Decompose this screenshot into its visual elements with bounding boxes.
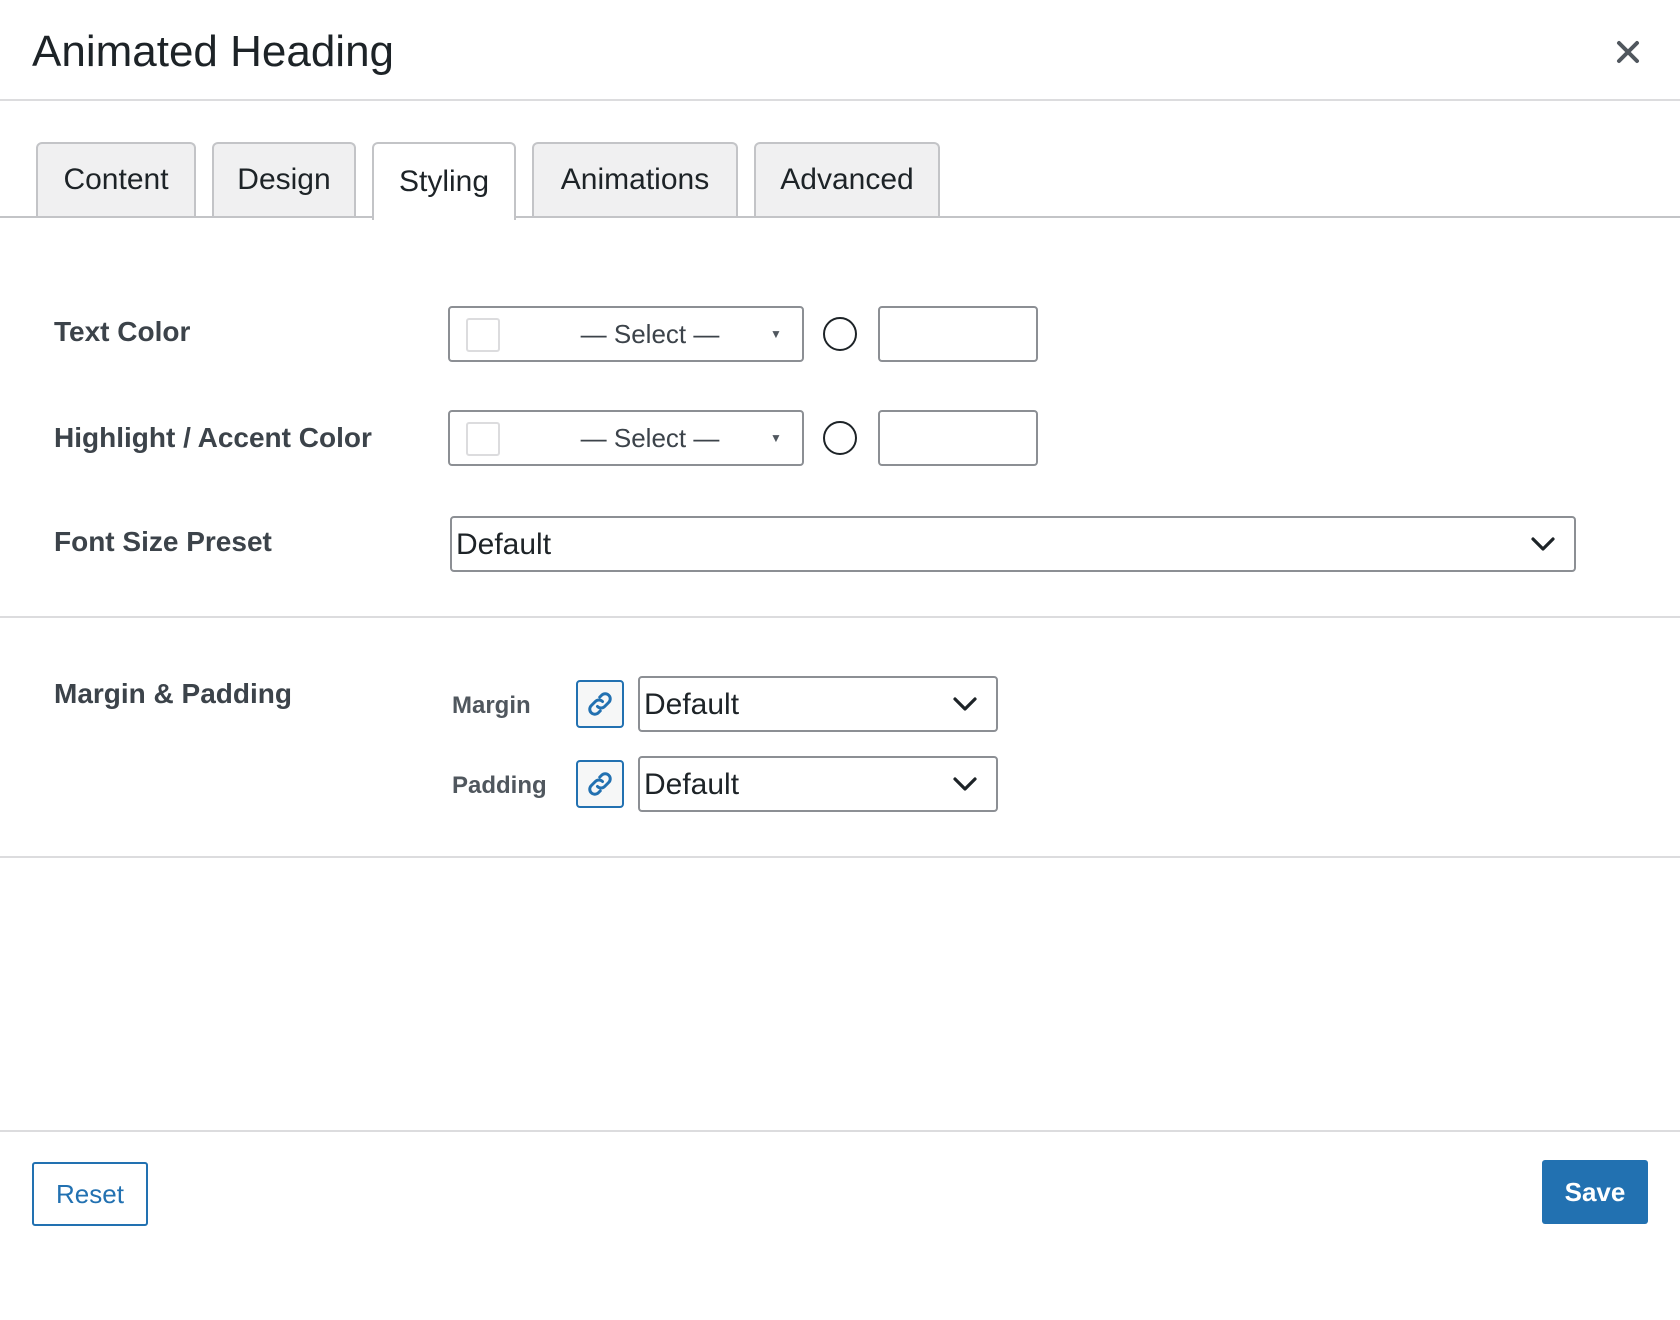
accent-color-select[interactable]: — Select — ▼	[448, 410, 804, 466]
tab-bar: Content Design Styling Animations Advanc…	[0, 140, 1680, 220]
margin-label: Margin	[452, 692, 531, 719]
accent-color-swatch	[466, 422, 500, 456]
section-divider	[0, 616, 1680, 618]
tab-advanced[interactable]: Advanced	[754, 142, 940, 216]
link-icon	[588, 772, 612, 796]
padding-select[interactable]: Default	[638, 756, 998, 812]
tab-design[interactable]: Design	[212, 142, 356, 216]
accent-color-label: Highlight / Accent Color	[54, 422, 372, 453]
reset-button[interactable]: Reset	[32, 1162, 148, 1226]
tab-styling[interactable]: Styling	[372, 142, 516, 220]
padding-link-button[interactable]	[576, 760, 624, 808]
accent-color-select-label: — Select —	[580, 423, 720, 453]
accent-color-hex-input[interactable]	[878, 410, 1038, 466]
caret-down-icon: ▼	[770, 327, 782, 341]
chevron-down-icon	[953, 697, 977, 711]
link-icon	[588, 692, 612, 716]
font-size-select[interactable]: Default	[450, 516, 1576, 572]
spacing-label: Margin & Padding	[54, 678, 292, 709]
accent-color-radio[interactable]	[823, 421, 857, 455]
chevron-down-icon	[953, 777, 977, 791]
text-color-radio[interactable]	[823, 317, 857, 351]
margin-value: Default	[644, 688, 740, 721]
padding-label: Padding	[452, 772, 547, 799]
margin-select[interactable]: Default	[638, 676, 998, 732]
dialog-header: Animated Heading	[0, 0, 1680, 101]
font-size-label: Font Size Preset	[54, 526, 272, 557]
close-button[interactable]	[1606, 30, 1650, 74]
close-icon	[1617, 41, 1639, 63]
chevron-down-icon	[1531, 537, 1555, 551]
dialog-title: Animated Heading	[32, 27, 395, 76]
text-color-swatch	[466, 318, 500, 352]
section-divider	[0, 856, 1680, 858]
text-color-select[interactable]: — Select — ▼	[448, 306, 804, 362]
tab-animations[interactable]: Animations	[532, 142, 738, 216]
margin-link-button[interactable]	[576, 680, 624, 728]
text-color-label: Text Color	[54, 316, 191, 347]
tab-content[interactable]: Content	[36, 142, 196, 216]
font-size-value: Default	[456, 528, 552, 561]
caret-down-icon: ▼	[770, 431, 782, 445]
text-color-select-label: — Select —	[580, 319, 720, 349]
padding-value: Default	[644, 768, 740, 801]
text-color-hex-input[interactable]	[878, 306, 1038, 362]
footer-divider	[0, 1130, 1680, 1132]
save-button[interactable]: Save	[1542, 1160, 1648, 1224]
